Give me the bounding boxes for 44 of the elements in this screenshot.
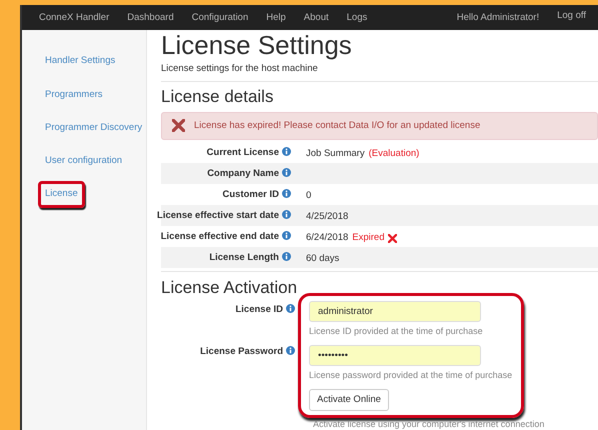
field-value: 60 days bbox=[306, 252, 340, 266]
field-label: Customer ID bbox=[222, 188, 279, 202]
input-field[interactable]: administrator bbox=[309, 300, 481, 322]
nav-link[interactable]: About bbox=[294, 10, 338, 25]
help-text: License ID provided at the time of purchase bbox=[309, 324, 484, 337]
info-icon bbox=[286, 304, 295, 313]
nav-link[interactable]: Configuration bbox=[182, 10, 258, 25]
info-icon bbox=[282, 146, 291, 156]
info-icon bbox=[282, 210, 291, 219]
section-heading: License details bbox=[161, 86, 274, 108]
section-heading: License Activation bbox=[161, 276, 298, 299]
info-icon bbox=[282, 230, 291, 240]
page-title: License Settings bbox=[161, 30, 353, 60]
alert-text: License has expired! Please contact Data I/O for an updated license bbox=[194, 118, 480, 132]
field-label: License effective start date bbox=[157, 208, 279, 223]
status-note: Expired bbox=[352, 231, 384, 246]
nav-link[interactable]: Help bbox=[257, 10, 295, 25]
info-icon bbox=[282, 188, 291, 198]
field-label: Company Name bbox=[207, 166, 279, 181]
field-label: Current License bbox=[206, 146, 279, 160]
field-value: Job Summary bbox=[306, 147, 365, 162]
page-subtitle: License settings for the host machine bbox=[161, 62, 319, 76]
nav-link[interactable]: Logs bbox=[338, 10, 376, 25]
info-icon bbox=[282, 168, 291, 177]
password-field[interactable]: ••••••••• bbox=[309, 344, 481, 366]
nav-link[interactable]: Dashboard bbox=[118, 10, 183, 25]
expired-icon bbox=[388, 234, 398, 243]
brand-link[interactable]: ConneX Handler bbox=[30, 10, 118, 25]
field-label: License effective end date bbox=[160, 230, 279, 244]
field-label: License ID bbox=[235, 302, 283, 317]
info-icon bbox=[286, 346, 295, 355]
field-label: License Password bbox=[200, 344, 283, 359]
info-icon bbox=[282, 252, 291, 261]
greeting-link[interactable]: Hello Administrator! bbox=[448, 10, 548, 25]
field-value: 0 bbox=[306, 189, 312, 204]
close-icon bbox=[172, 119, 185, 132]
field-value: 6/24/2018 bbox=[306, 231, 348, 246]
logoff-link[interactable]: Log off bbox=[548, 8, 590, 23]
field-label: License Length bbox=[209, 250, 279, 265]
help-text: License password provided at the time of purchase bbox=[309, 368, 513, 381]
activate-button[interactable]: Activate Online bbox=[309, 388, 389, 411]
field-value: 4/25/2018 bbox=[306, 210, 348, 224]
status-note: (Evaluation) bbox=[368, 147, 420, 162]
help-text: Activate license using your computer's internet connection bbox=[313, 419, 546, 430]
